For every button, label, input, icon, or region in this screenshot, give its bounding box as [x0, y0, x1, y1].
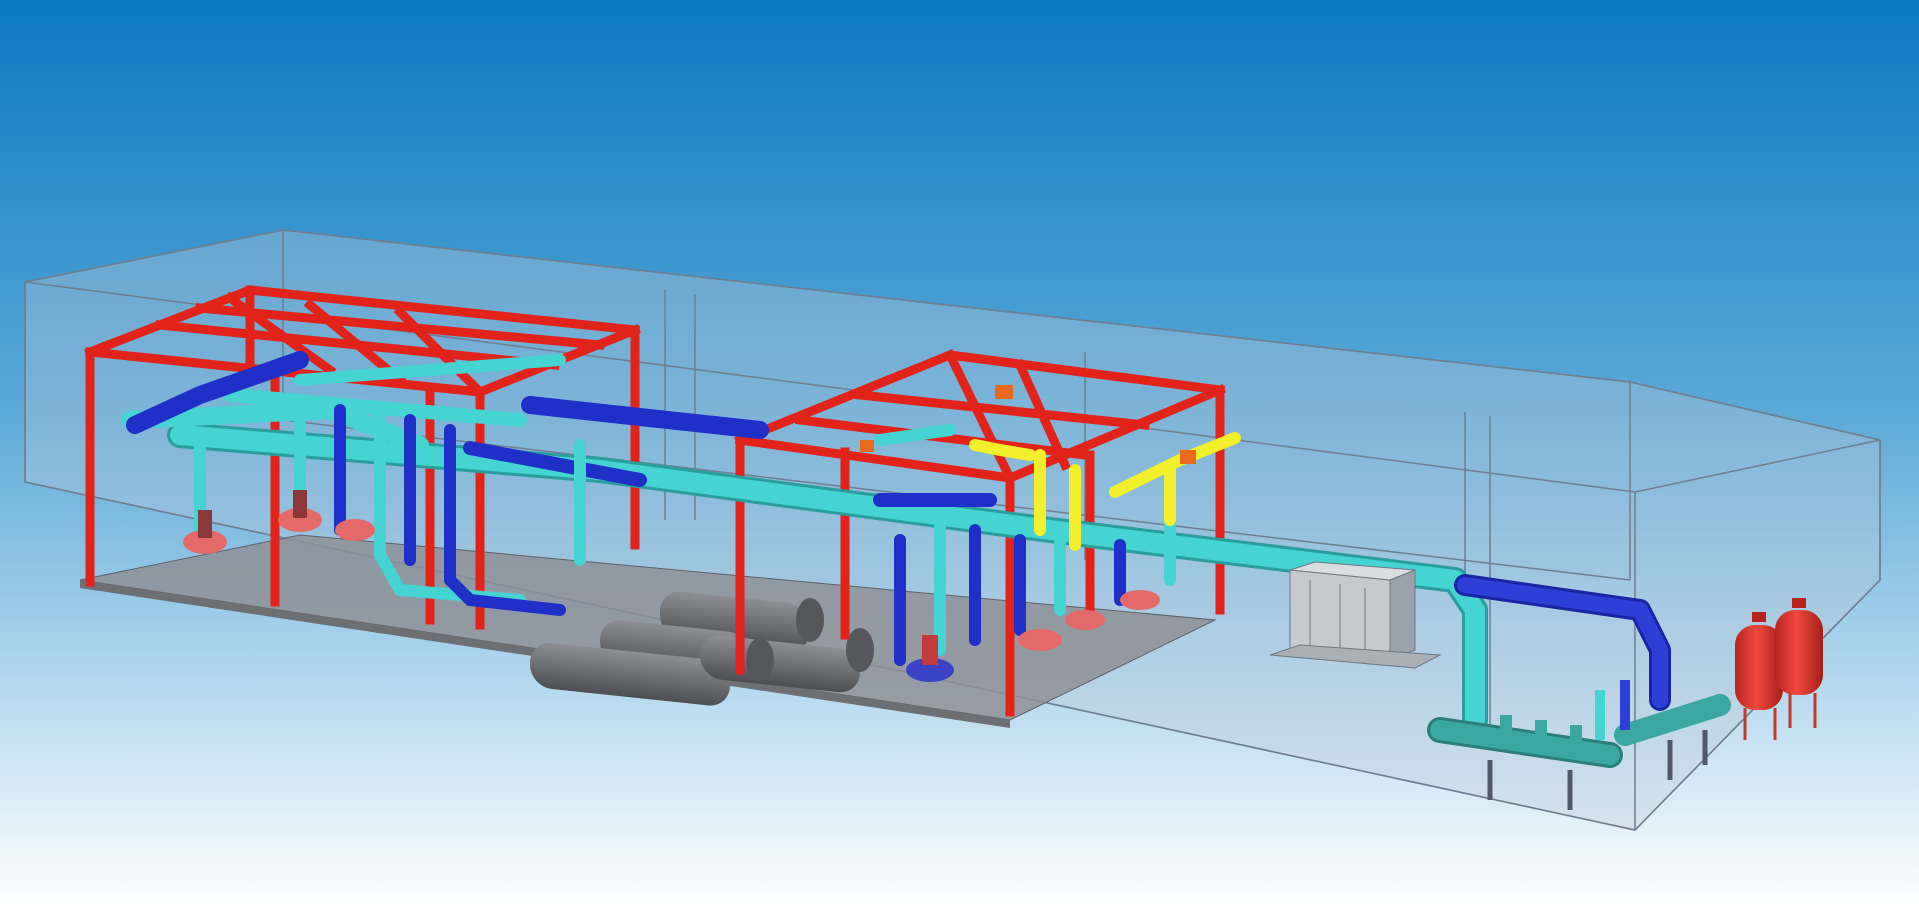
pump-room-model	[0, 0, 1919, 908]
cad-3d-viewport[interactable]	[0, 0, 1919, 908]
